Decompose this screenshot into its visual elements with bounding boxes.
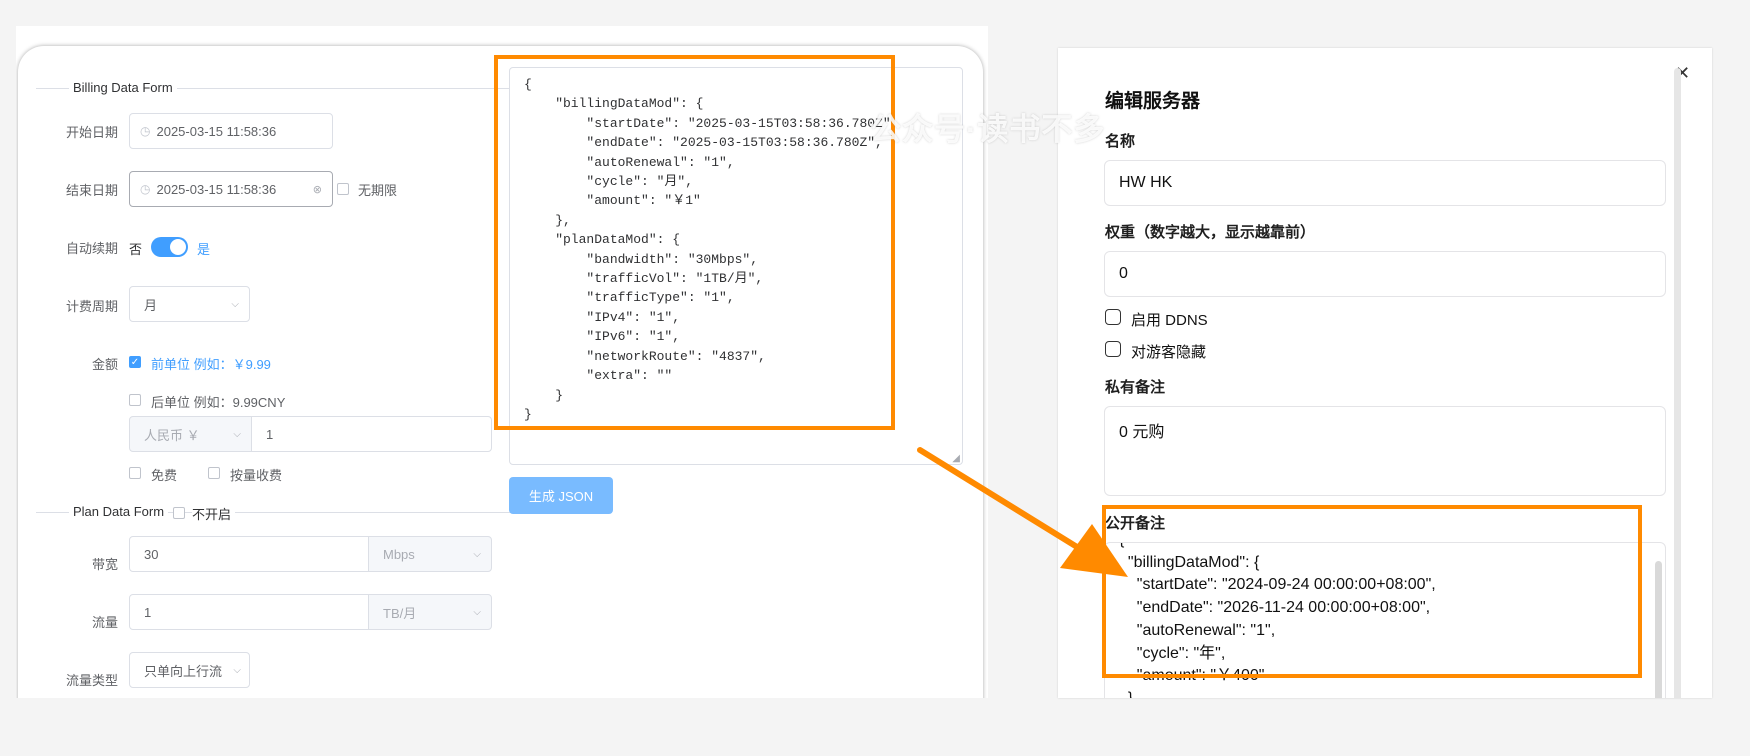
private-note-label: 私有备注 [1105,379,1166,396]
dialog-title: 编辑服务器 [1105,91,1201,112]
auto-renew-switch[interactable] [151,237,188,257]
billing-cycle-select[interactable]: 月 ⌵ [129,286,250,322]
billing-cycle-value: 月 [144,297,158,313]
auto-renew-on-label: 是 [197,242,211,257]
amount-value: 1 [266,426,274,442]
prefix-unit-checkbox[interactable]: ✓ [129,356,141,368]
plan-section-title: Plan Data Form [69,504,169,519]
watermark-text: 公众号·读书不多 [870,112,1106,147]
start-date-label: 开始日期 [65,125,118,140]
suffix-unit-checkbox[interactable] [129,394,141,406]
billing-cycle-label: 计费周期 [65,299,118,314]
dialog-scrollbar[interactable] [1674,68,1681,698]
bandwidth-label: 带宽 [91,557,118,572]
usage-checkbox[interactable] [208,467,220,479]
traffic-input[interactable]: 1 [129,594,369,630]
clear-icon[interactable]: ⊗ [313,183,322,196]
hide-from-guest-label: 对游客隐藏 [1131,344,1207,361]
weight-value: 0 [1119,265,1128,282]
chevron-down-icon: ⌵ [233,428,241,440]
name-label: 名称 [1105,133,1136,150]
bandwidth-unit-value: Mbps [383,546,415,562]
traffic-type-label: 流量类型 [65,673,118,688]
traffic-unit-select[interactable]: TB/月 ⌵ [368,594,492,630]
hide-from-guest-checkbox[interactable] [1105,341,1121,357]
bandwidth-unit-select[interactable]: Mbps ⌵ [368,536,492,572]
billing-section-title: Billing Data Form [69,80,177,95]
unlimited-label: 无期限 [358,183,398,198]
clock-icon: ◷ [140,182,151,196]
name-value: HW HK [1119,174,1173,191]
plan-disable-label: 不开启 [192,504,236,523]
weight-label: 权重（数字越大，显示越靠前） [1105,224,1316,241]
ddns-checkbox[interactable] [1105,309,1121,325]
free-checkbox[interactable] [129,467,141,479]
end-date-value: 2025-03-15 11:58:36 [156,181,277,197]
ddns-label: 启用 DDNS [1131,312,1208,329]
public-note-highlight-box [1102,505,1642,678]
generate-json-button[interactable]: 生成 JSON [509,477,613,514]
traffic-value: 1 [144,604,152,620]
chevron-down-icon: ⌵ [473,548,481,560]
weight-input[interactable]: 0 [1104,251,1666,297]
suffix-unit-label: 后单位 例如：9.99CNY [151,395,286,410]
bandwidth-value: 30 [144,546,159,562]
arrow-icon [917,447,1128,577]
bandwidth-input[interactable]: 30 [129,536,369,572]
amount-input[interactable]: 1 [251,416,492,452]
free-label: 免费 [151,468,178,483]
chevron-down-icon: ⌵ [233,664,241,676]
currency-select[interactable]: 人民币 ￥ ⌵ [129,416,252,452]
private-note-textarea[interactable]: 0 元购 [1104,406,1666,496]
unlimited-checkbox[interactable] [337,183,349,195]
currency-value: 人民币 ￥ [144,427,200,443]
chevron-down-icon: ⌵ [231,298,239,310]
end-date-input[interactable]: ◷ 2025-03-15 11:58:36 ⊗ [129,171,333,207]
traffic-label: 流量 [91,615,118,630]
traffic-type-value: 只单向上行流 [144,663,223,679]
prefix-unit-label: 前单位 例如：￥9.99 [151,357,271,372]
end-date-label: 结束日期 [65,183,118,198]
start-date-input[interactable]: ◷ 2025-03-15 11:58:36 [129,113,333,149]
traffic-unit-value: TB/月 [383,605,417,621]
auto-renew-label: 自动续期 [65,241,118,256]
clock-icon: ◷ [140,124,151,138]
chevron-down-icon: ⌵ [473,606,481,618]
name-input[interactable]: HW HK [1104,160,1666,206]
auto-renew-off-label: 否 [129,242,143,257]
amount-label: 金额 [91,357,118,372]
traffic-type-select[interactable]: 只单向上行流 ⌵ [129,652,250,688]
start-date-value: 2025-03-15 11:58:36 [156,123,277,139]
json-highlight-box [494,55,895,430]
plan-disable-checkbox[interactable] [173,507,185,519]
usage-label: 按量收费 [230,468,283,483]
scrollbar-thumb[interactable] [1655,561,1662,698]
